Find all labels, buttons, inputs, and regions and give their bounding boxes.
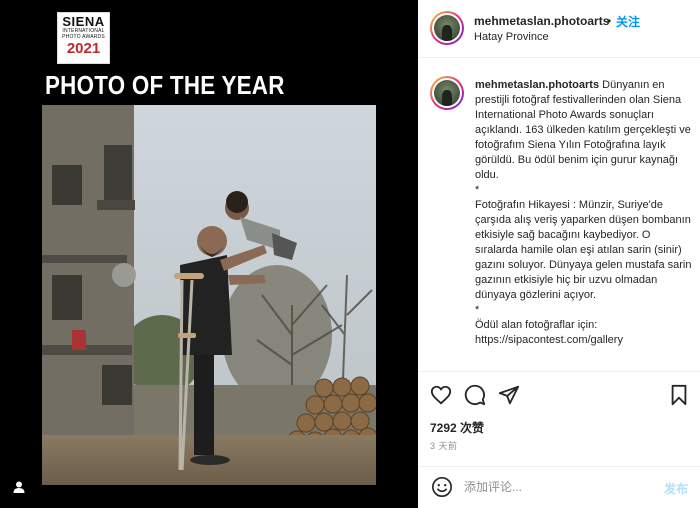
comment-bar: 发布 [418,466,700,508]
caption-separator: * [475,184,480,196]
share-icon[interactable] [498,384,520,406]
caption-text: mehmetaslan.photoarts Dünyanın en presti… [475,78,693,348]
caption-section: mehmetaslan.photoarts Dünyanın en presti… [418,59,700,371]
follow-button[interactable]: 关注 [616,13,640,30]
caption-body: Dünyanın en prestijli fotoğraf festivall… [475,79,691,181]
photo-of-the-year-title: PHOTO OF THE YEAR [45,70,285,100]
caption-author-avatar[interactable] [430,76,464,110]
logo-siena-text: SIENA [62,14,105,29]
caption-gallery-link[interactable]: https://sipacontest.com/gallery [475,333,693,348]
author-username[interactable]: mehmetaslan.photoarts [474,14,609,28]
post-side-panel: mehmetaslan.photoarts • 关注 Hatay Provinc… [418,0,700,508]
like-count[interactable]: 7292 次赞 [430,419,484,436]
bookmark-icon[interactable] [668,384,690,406]
action-bar: 7292 次赞 3 天前 [418,371,700,481]
caption-story: Fotoğrafın Hikayesi : Münzir, Suriye'de … [475,199,692,301]
comment-icon[interactable] [464,384,486,406]
post-timestamp[interactable]: 3 天前 [430,439,458,452]
post-media[interactable]: SIENA INTERNATIONAL PHOTO AWARDS 2021 PH… [0,0,418,508]
caption-gallery-label: Ödül alan fotoğraflar için: [475,319,598,331]
post-location[interactable]: Hatay Province [474,31,549,43]
author-avatar[interactable] [430,11,464,45]
caption-separator: * [475,304,480,316]
post-header: mehmetaslan.photoarts • 关注 Hatay Provinc… [418,0,700,58]
header-separator: • [607,14,612,28]
caption-username[interactable]: mehmetaslan.photoarts [475,79,599,91]
post-comment-button[interactable]: 发布 [664,480,688,497]
logo-year-text: 2021 [66,40,101,57]
award-photo [42,105,376,485]
emoji-icon[interactable] [431,476,453,498]
siena-awards-logo: SIENA INTERNATIONAL PHOTO AWARDS 2021 [57,12,110,64]
user-tag-icon[interactable] [12,480,26,494]
caption-first-paragraph: mehmetaslan.photoarts Dünyanın en presti… [475,78,693,183]
comment-input[interactable] [464,477,644,497]
heart-icon[interactable] [430,384,452,406]
